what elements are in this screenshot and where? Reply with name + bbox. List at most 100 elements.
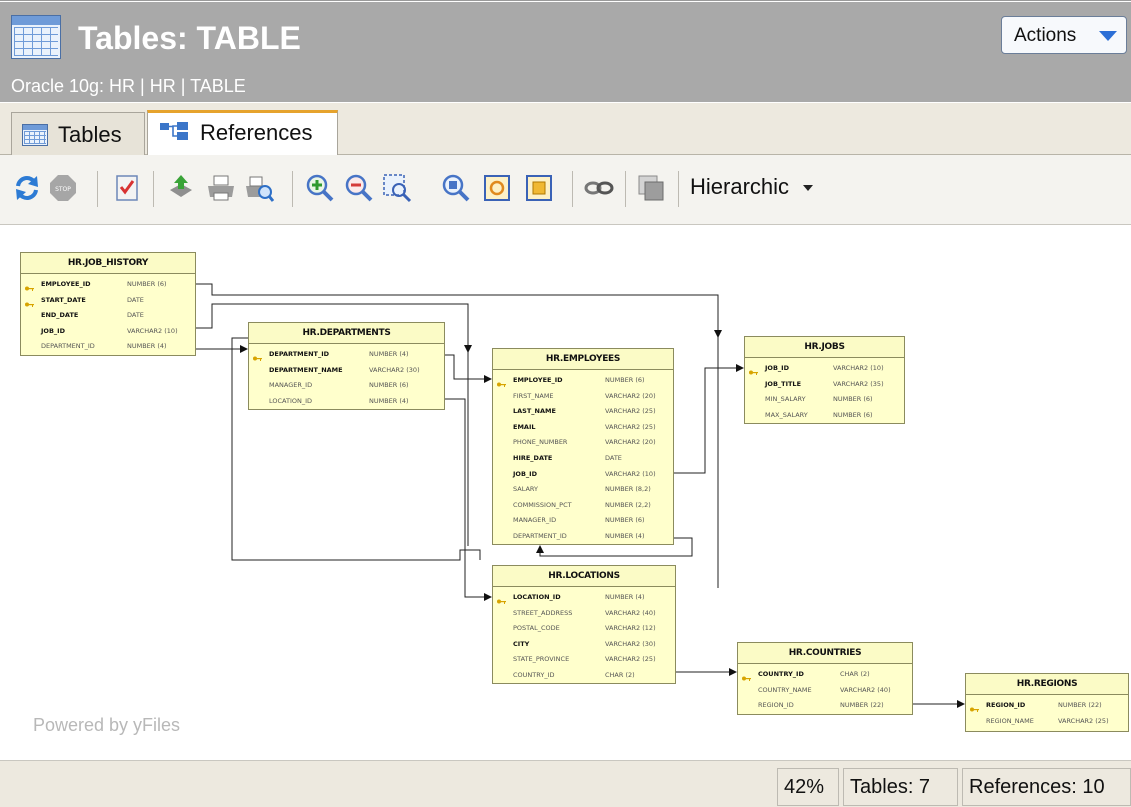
zoom-fit-icon[interactable]: [441, 173, 471, 203]
column-type: VARCHAR2 (30): [605, 639, 656, 648]
toolbar-separator: [678, 171, 679, 207]
column-row: JOB_ID VARCHAR2 (10): [21, 324, 195, 340]
column-row: STREET_ADDRESS VARCHAR2 (40): [493, 606, 675, 622]
column-name: JOB_ID: [513, 469, 537, 478]
entity-job-history[interactable]: HR.JOB_HISTORY EMPLOYEE_ID NUMBER (6) STA…: [20, 252, 196, 356]
entity-columns: JOB_ID VARCHAR2 (10) JOB_TITLE VARCHAR2 (3…: [745, 358, 904, 423]
entity-regions[interactable]: HR.REGIONS REGION_ID NUMBER (22) REGION_N…: [965, 673, 1129, 732]
entity-title: HR.DEPARTMENTS: [249, 323, 444, 344]
column-name: STREET_ADDRESS: [513, 608, 573, 617]
column-type: NUMBER (4): [369, 396, 409, 405]
entity-departments[interactable]: HR.DEPARTMENTS DEPARTMENT_ID NUMBER (4) D…: [248, 322, 445, 410]
toolbar-separator: [292, 171, 293, 207]
column-row: STATE_PROVINCE VARCHAR2 (25): [493, 652, 675, 668]
zoom-out-icon[interactable]: [344, 173, 374, 203]
entity-employees[interactable]: HR.EMPLOYEES EMPLOYEE_ID NUMBER (6) FIRST…: [492, 348, 674, 545]
column-name: PHONE_NUMBER: [513, 438, 568, 447]
column-name: REGION_NAME: [986, 716, 1034, 725]
entity-locations[interactable]: HR.LOCATIONS LOCATION_ID NUMBER (4) STREE…: [492, 565, 676, 684]
column-type: NUMBER (4): [127, 342, 167, 351]
column-row: REGION_ID NUMBER (22): [966, 698, 1128, 714]
print-icon[interactable]: [206, 173, 236, 203]
column-row: JOB_ID VARCHAR2 (10): [493, 467, 673, 483]
references-diagram-icon: [160, 122, 188, 140]
column-row: POSTAL_CODE VARCHAR2 (12): [493, 621, 675, 637]
diagram-canvas[interactable]: HR.JOB_HISTORY EMPLOYEE_ID NUMBER (6) STA…: [0, 225, 1131, 760]
tab-tables[interactable]: Tables: [11, 112, 145, 156]
toolbar-separator: [625, 171, 626, 207]
column-row: MIN_SALARY NUMBER (6): [745, 392, 904, 408]
column-row: JOB_TITLE VARCHAR2 (35): [745, 377, 904, 393]
stop-icon[interactable]: STOP: [48, 173, 78, 203]
layout-select[interactable]: Hierarchic: [690, 174, 814, 200]
key-icon: [497, 595, 506, 604]
column-type: VARCHAR2 (20): [605, 391, 656, 400]
link-icon[interactable]: [584, 173, 614, 203]
zoom-in-icon[interactable]: [305, 173, 335, 203]
key-icon: [25, 282, 34, 291]
column-type: CHAR (2): [605, 670, 635, 679]
column-type: NUMBER (22): [1058, 701, 1102, 709]
column-name: REGION_ID: [758, 701, 794, 710]
fit-page-icon[interactable]: [524, 173, 554, 203]
zoom-level: 42%: [777, 768, 839, 806]
tables-count: Tables: 7: [843, 768, 958, 806]
column-type: VARCHAR2 (40): [840, 685, 891, 694]
column-name: DEPARTMENT_ID: [41, 342, 95, 351]
column-row: EMPLOYEE_ID NUMBER (6): [493, 373, 673, 389]
column-name: END_DATE: [41, 311, 79, 320]
column-name: CITY: [513, 639, 530, 648]
column-name: JOB_TITLE: [765, 379, 802, 388]
column-type: VARCHAR2 (25): [605, 407, 656, 416]
breadcrumb: Oracle 10g: HR | HR | TABLE: [11, 76, 246, 96]
column-name: START_DATE: [41, 295, 86, 304]
column-row: EMAIL VARCHAR2 (25): [493, 420, 673, 436]
chevron-down-icon: [803, 185, 814, 192]
column-type: NUMBER (6): [833, 410, 873, 419]
entity-jobs[interactable]: HR.JOBS JOB_ID VARCHAR2 (10) JOB_TITLE VAR…: [744, 336, 905, 424]
key-icon: [970, 703, 979, 712]
column-name: JOB_ID: [765, 364, 789, 372]
column-name: COUNTRY_ID: [758, 670, 804, 678]
title-header: Tables: TABLE Oracle 10g: HR | HR | TABL…: [0, 2, 1131, 102]
toolbar-separator: [153, 171, 154, 207]
table-icon: [22, 124, 48, 146]
column-name: EMAIL: [513, 422, 536, 431]
column-row: START_DATE DATE: [21, 293, 195, 309]
column-row: MAX_SALARY NUMBER (6): [745, 408, 904, 424]
column-name: DEPARTMENT_ID: [513, 531, 567, 540]
fit-content-icon[interactable]: [482, 173, 512, 203]
entity-columns: REGION_ID NUMBER (22) REGION_NAME VARCHAR2…: [966, 695, 1128, 729]
references-count: References: 10: [962, 768, 1131, 806]
key-icon: [25, 298, 34, 307]
entity-title: HR.JOB_HISTORY: [21, 253, 195, 274]
tab-references[interactable]: References: [147, 110, 338, 156]
status-bar: 42% Tables: 7 References: 10: [0, 760, 1131, 807]
column-type: VARCHAR2 (40): [605, 608, 656, 617]
column-type: NUMBER (4): [605, 593, 645, 601]
column-name: EMPLOYEE_ID: [41, 280, 91, 288]
export-icon[interactable]: [166, 173, 196, 203]
column-name: COMMISSION_PCT: [513, 500, 572, 509]
zoom-region-icon[interactable]: [382, 173, 412, 203]
column-name: POSTAL_CODE: [513, 624, 560, 633]
layout-select-value: Hierarchic: [690, 174, 790, 199]
checklist-icon[interactable]: [112, 173, 142, 203]
print-preview-icon[interactable]: [244, 173, 274, 203]
application-window: Tables: TABLE Oracle 10g: HR | HR | TABL…: [0, 0, 1131, 807]
column-name: DEPARTMENT_NAME: [269, 365, 343, 374]
refresh-icon[interactable]: [12, 173, 42, 203]
actions-button[interactable]: Actions: [1001, 16, 1127, 54]
entity-title: HR.COUNTRIES: [738, 643, 912, 664]
toolbar: STOP Hierarchic: [0, 155, 1131, 225]
entity-countries[interactable]: HR.COUNTRIES COUNTRY_ID CHAR (2) COUNTRY_…: [737, 642, 913, 715]
column-type: NUMBER (4): [369, 350, 409, 358]
column-name: SALARY: [513, 485, 538, 494]
column-type: VARCHAR2 (10): [127, 326, 178, 335]
column-row: CITY VARCHAR2 (30): [493, 637, 675, 653]
layers-icon[interactable]: [636, 173, 666, 203]
column-row: LOCATION_ID NUMBER (4): [249, 394, 444, 410]
column-type: NUMBER (6): [605, 516, 645, 525]
entity-columns: LOCATION_ID NUMBER (4) STREET_ADDRESS VARC…: [493, 587, 675, 684]
column-name: STATE_PROVINCE: [513, 655, 570, 664]
